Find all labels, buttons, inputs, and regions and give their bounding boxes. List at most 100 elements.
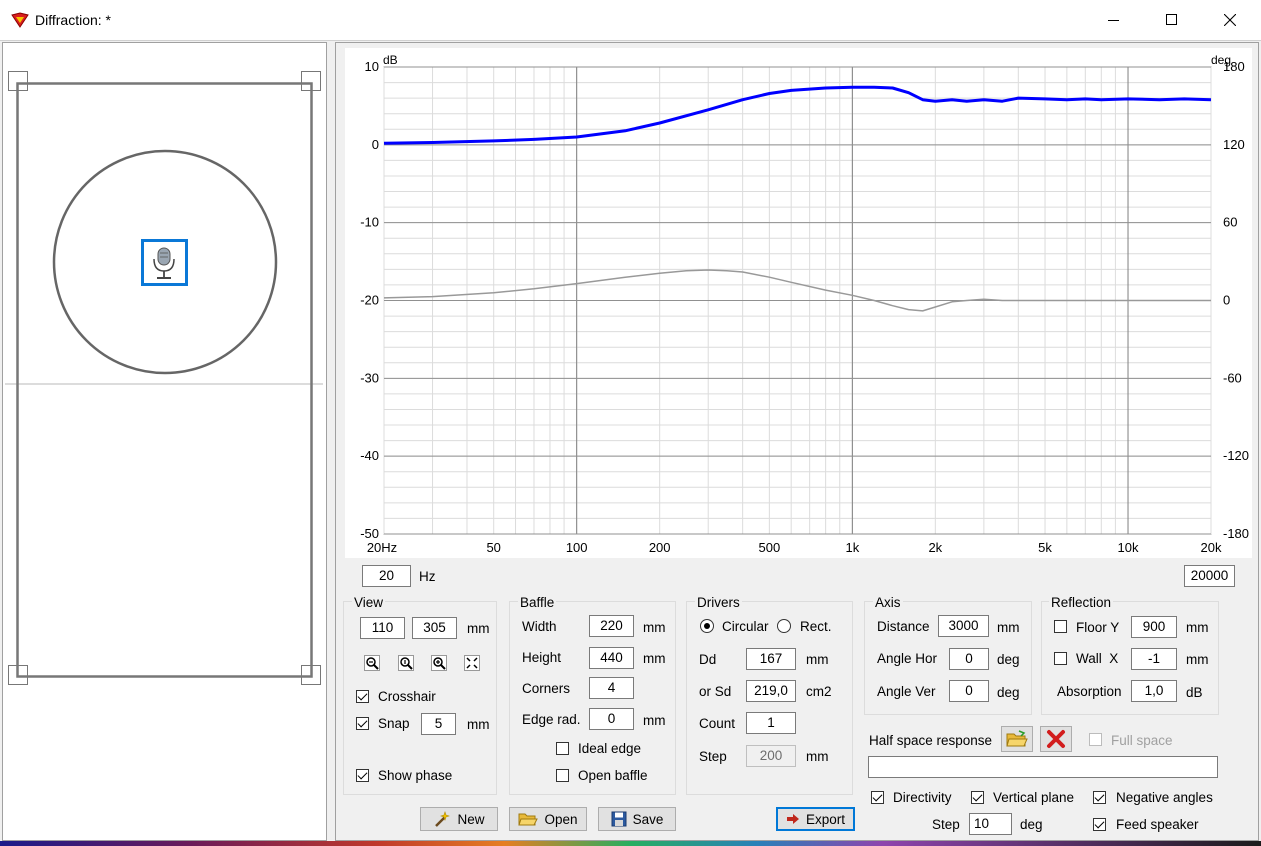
taskbar-strip <box>0 841 1261 846</box>
x-tick-label: 20Hz <box>367 540 397 555</box>
view-x-input[interactable]: 110 <box>360 617 405 639</box>
baffle-drawing[interactable] <box>2 42 327 841</box>
angle-ver-label: Angle Ver <box>877 684 936 699</box>
y-tick-label: -10 <box>360 215 379 230</box>
baffle-edge-input[interactable]: 0 <box>589 708 634 730</box>
baffle-height-input[interactable]: 440 <box>589 647 634 669</box>
absorption-label: Absorption <box>1057 684 1122 699</box>
ideal-edge-checkbox[interactable] <box>556 742 569 755</box>
baffle-corners-label: Corners <box>522 681 571 696</box>
export-button[interactable]: Export <box>776 807 855 831</box>
dd-label: Dd <box>699 652 717 667</box>
x-tick-label: 1k <box>845 540 859 555</box>
feed-speaker-checkbox[interactable] <box>1093 818 1106 831</box>
open-button[interactable]: Open <box>509 807 587 831</box>
chart-svg: 100-10-20-30-40-50180120600-60-120-18020… <box>360 53 1249 555</box>
absorption-input[interactable]: 1,0 <box>1131 680 1177 702</box>
drivers-group-title: Drivers <box>695 595 742 610</box>
y2-tick-label: -120 <box>1223 448 1249 463</box>
show-phase-checkbox[interactable] <box>356 769 369 782</box>
directivity-checkbox[interactable] <box>871 791 884 804</box>
open-baffle-checkbox[interactable] <box>556 769 569 782</box>
x-tick-label: 100 <box>566 540 588 555</box>
driver-step-unit: mm <box>806 749 829 764</box>
vertical-plane-checkbox[interactable] <box>971 791 984 804</box>
y-tick-label: -40 <box>360 448 379 463</box>
maximize-button[interactable] <box>1143 0 1201 40</box>
export-button-label: Export <box>805 811 846 827</box>
ideal-edge-label: Ideal edge <box>578 741 642 756</box>
directivity-label: Directivity <box>893 790 952 805</box>
wall-label: Wall X <box>1076 651 1119 666</box>
directivity-step-label: Step <box>932 817 960 832</box>
crosshair-label: Crosshair <box>378 689 436 704</box>
save-button[interactable]: Save <box>598 807 676 831</box>
angle-ver-input[interactable]: 0 <box>949 680 989 702</box>
sd-label: or Sd <box>699 684 732 699</box>
folder-open-icon <box>518 813 539 826</box>
minimize-button[interactable] <box>1085 0 1143 40</box>
floor-checkbox[interactable] <box>1054 620 1067 633</box>
driver-step-input: 200 <box>746 745 796 767</box>
wall-checkbox[interactable] <box>1054 652 1067 665</box>
dd-input[interactable]: 167 <box>746 648 796 670</box>
view-unit-label: mm <box>467 621 490 636</box>
floor-input[interactable]: 900 <box>1131 616 1177 638</box>
zoom-out-icon <box>364 655 380 671</box>
floor-unit: mm <box>1186 620 1209 635</box>
negative-angles-label: Negative angles <box>1116 790 1213 805</box>
new-button[interactable]: New <box>420 807 498 831</box>
view-group-title: View <box>352 595 386 610</box>
clear-half-space-button[interactable] <box>1040 726 1072 752</box>
zoom-fit-icon <box>398 655 414 671</box>
maximize-icon <box>1166 14 1177 25</box>
zoom-in-button[interactable] <box>429 653 449 673</box>
dd-unit: mm <box>806 652 829 667</box>
freq-unit-label: Hz <box>419 569 436 584</box>
y2-tick-label: 0 <box>1223 293 1230 308</box>
baffle-width-label: Width <box>522 619 557 634</box>
zoom-out-button[interactable] <box>362 653 382 673</box>
directivity-step-input[interactable]: 10 <box>969 813 1012 835</box>
fit-all-button[interactable] <box>462 653 482 673</box>
angle-hor-input[interactable]: 0 <box>949 648 989 670</box>
negative-angles-checkbox[interactable] <box>1093 791 1106 804</box>
absorption-unit: dB <box>1186 685 1203 700</box>
baffle-corners-input[interactable]: 4 <box>589 677 634 699</box>
snap-input[interactable]: 5 <box>421 713 456 735</box>
close-icon <box>1224 14 1236 26</box>
y-tick-label: -20 <box>360 293 379 308</box>
y-tick-label: -50 <box>360 526 379 541</box>
zoom-fit-button[interactable] <box>396 653 416 673</box>
baffle-width-input[interactable]: 220 <box>589 615 634 637</box>
half-space-path-input[interactable] <box>868 756 1218 778</box>
y2-tick-label: -60 <box>1223 370 1242 385</box>
circular-radio[interactable] <box>700 619 714 633</box>
load-half-space-button[interactable] <box>1001 726 1033 752</box>
frequency-response-chart[interactable]: 10 0 -10 -20 -30 -40 -50 180 120 60 0 -60 -120 -180 20… <box>345 48 1252 558</box>
freq-max-input[interactable]: 20000 <box>1184 565 1235 587</box>
sd-input[interactable]: 219,0 <box>746 680 796 702</box>
x-tick-label: 10k <box>1118 540 1139 555</box>
x-tick-label: 2k <box>928 540 942 555</box>
close-button[interactable] <box>1201 0 1259 40</box>
wall-input[interactable]: -1 <box>1131 648 1177 670</box>
vertical-plane-label: Vertical plane <box>993 790 1075 805</box>
zoom-in-icon <box>431 655 447 671</box>
view-y-input[interactable]: 305 <box>412 617 457 639</box>
distance-unit: mm <box>997 620 1020 635</box>
count-input[interactable]: 1 <box>746 712 796 734</box>
x-tick-label: 500 <box>759 540 781 555</box>
freq-min-input[interactable]: 20 <box>362 565 411 587</box>
y-tick-label: -30 <box>360 370 379 385</box>
snap-unit-label: mm <box>467 717 490 732</box>
full-space-label: Full space <box>1111 733 1173 748</box>
microphone-icon[interactable] <box>141 239 188 286</box>
snap-checkbox[interactable] <box>356 717 369 730</box>
half-space-label: Half space response <box>869 733 993 748</box>
fit-all-icon <box>464 655 480 671</box>
rect-radio[interactable] <box>777 619 791 633</box>
crosshair-checkbox[interactable] <box>356 690 369 703</box>
new-button-label: New <box>457 811 485 827</box>
distance-input[interactable]: 3000 <box>938 615 989 637</box>
